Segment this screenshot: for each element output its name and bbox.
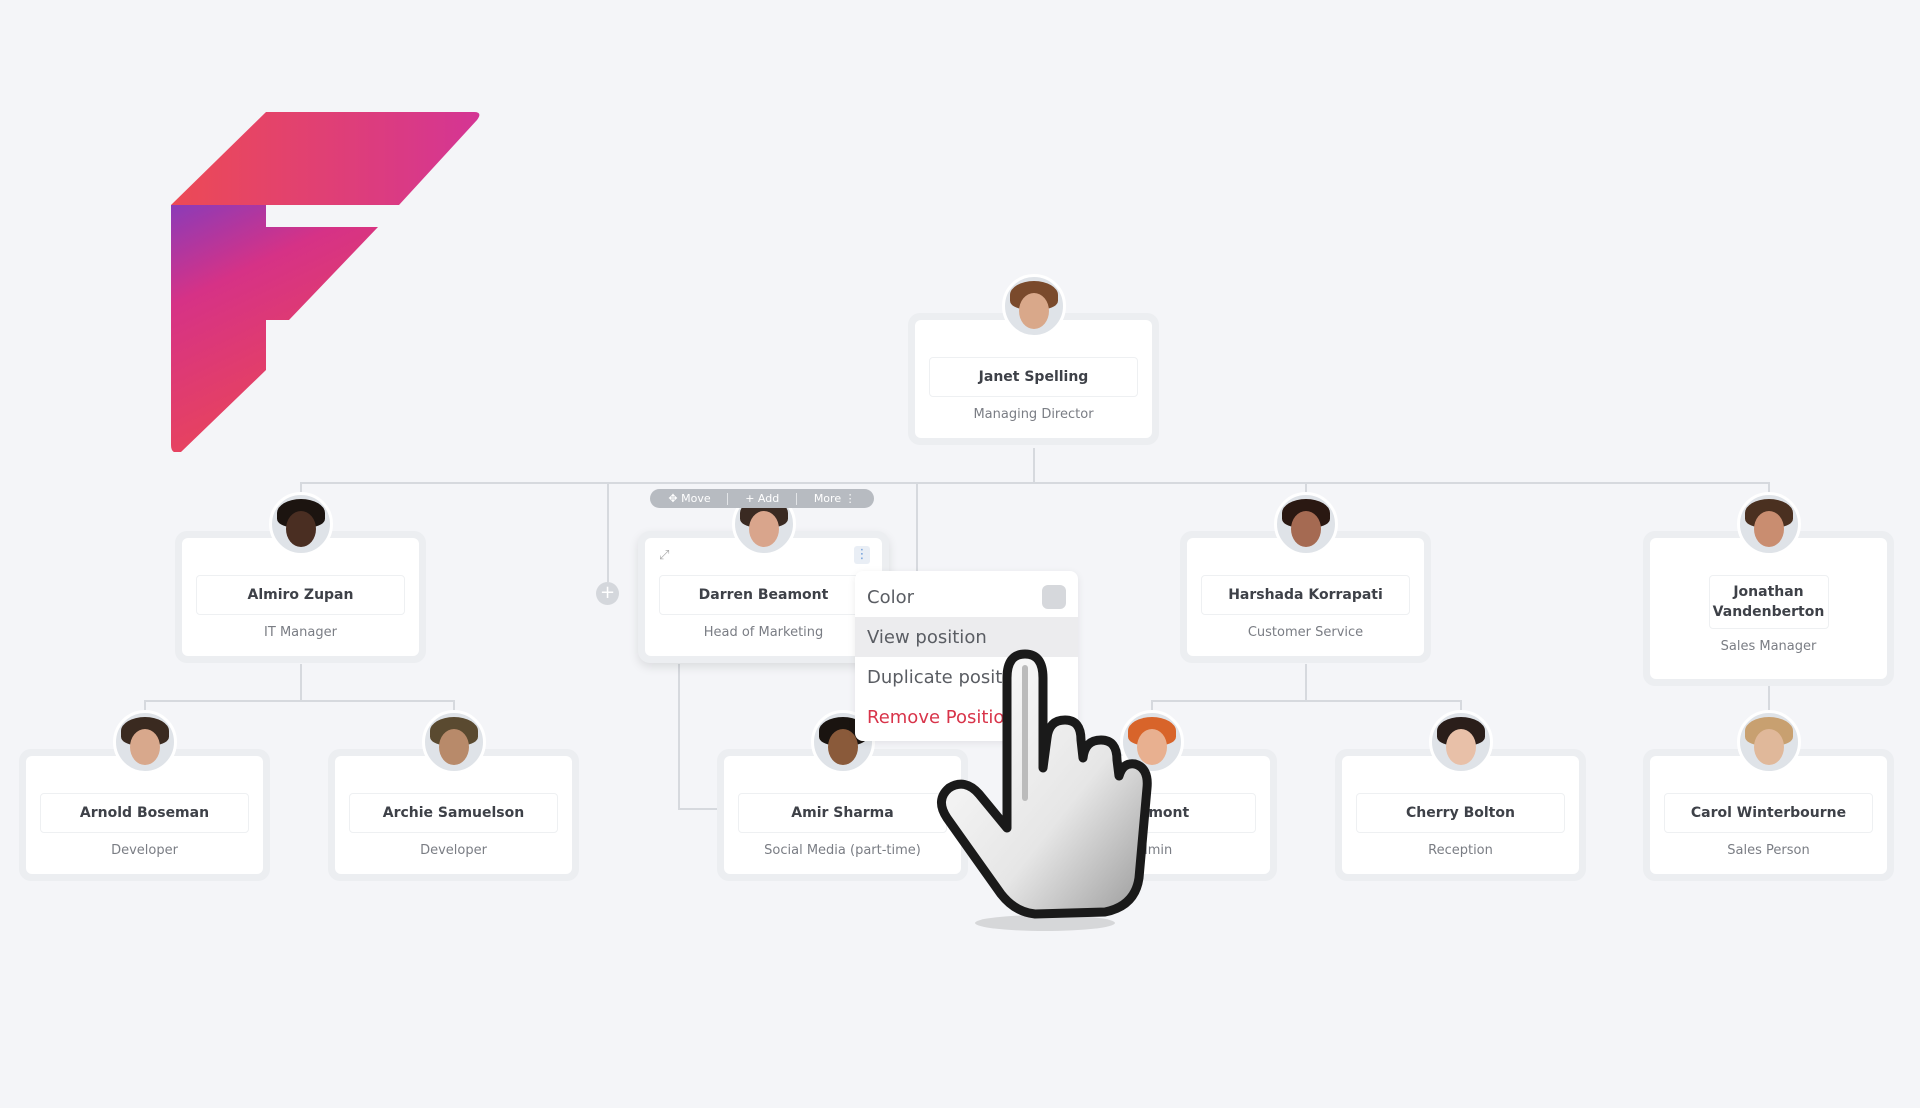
avatar [1428,710,1493,774]
menu-item-color[interactable]: Color [855,577,1078,617]
more-options-icon[interactable]: ⋮ [854,546,870,564]
node-title: Managing Director [973,407,1094,422]
connector-line [1151,700,1460,702]
node-title: Developer [420,843,487,858]
node-title: Sales Person [1727,843,1810,858]
node-title: Sales Manager [1720,639,1817,654]
node-body: Arnold Boseman Developer [26,710,263,874]
add-button[interactable]: + Add [745,492,779,505]
org-node-jonathan[interactable]: Jonathan Vandenberton Sales Manager [1643,492,1894,686]
node-name: Carol Winterbourne [1664,793,1873,833]
expand-icon[interactable]: ⤢ [659,548,669,563]
org-node-janet[interactable]: Janet Spelling Managing Director [908,274,1159,445]
org-node-archie[interactable]: Archie Samuelson Developer [328,710,579,881]
avatar [1736,710,1801,774]
connector-line [678,808,718,810]
node-name: Jonathan Vandenberton [1708,575,1829,629]
org-node-carol[interactable]: Carol Winterbourne Sales Person [1643,710,1894,881]
org-node-darren[interactable]: ⤢ ⋮ Darren Beamont Head of Marketing [638,492,889,663]
node-name: Almiro Zupan [196,575,405,615]
node-body: Jonathan Vandenberton Sales Manager [1650,492,1887,679]
node-body: Almiro Zupan IT Manager [182,492,419,656]
connector-line [1033,448,1035,482]
add-label: Add [757,492,780,505]
add-sibling-button[interactable]: + [596,582,619,605]
avatar [1736,492,1801,556]
move-button[interactable]: ✥ Move [668,492,710,505]
node-name: Harshada Korrapati [1201,575,1410,615]
node-toolbar: ✥ Move + Add More ⋮ [650,489,874,508]
node-title: Customer Service [1247,625,1364,640]
node-name: Darren Beamont [659,575,868,615]
connector-line [678,664,680,808]
hand-cursor-icon [937,649,1152,931]
connector-line [144,700,453,702]
connector-line [300,482,1768,484]
divider [796,492,798,505]
more-label: More [813,492,842,505]
org-node-arnold[interactable]: Arnold Boseman Developer [19,710,270,881]
avatar [268,492,333,556]
avatar [1273,492,1338,556]
move-label: Move [681,492,711,505]
org-node-almiro[interactable]: Almiro Zupan IT Manager [175,492,426,663]
node-body: ⤢ ⋮ Darren Beamont Head of Marketing [645,492,882,656]
more-button[interactable]: More ⋮ [814,492,856,505]
connector-line [607,482,609,582]
node-title: IT Manager [264,625,337,640]
divider [727,492,729,505]
connector-line [1305,664,1307,700]
node-body: Harshada Korrapati Customer Service [1187,492,1424,656]
node-name: Amir Sharma [738,793,947,833]
menu-label: Color [867,586,914,608]
connector-line [916,482,918,572]
avatar [1001,274,1066,338]
avatar [421,710,486,774]
org-node-harshada[interactable]: Harshada Korrapati Customer Service [1180,492,1431,663]
node-body: Carol Winterbourne Sales Person [1650,710,1887,874]
color-swatch[interactable] [1042,585,1066,609]
node-title: Developer [111,843,178,858]
node-body: Janet Spelling Managing Director [915,274,1152,438]
node-name: Arnold Boseman [40,793,249,833]
menu-label: View position [867,626,987,648]
brand-logo [171,112,480,452]
node-title: Head of Marketing [703,625,824,640]
node-name: Cherry Bolton [1356,793,1565,833]
connector-line [300,664,302,700]
node-name: Janet Spelling [929,357,1138,397]
node-body: Archie Samuelson Developer [335,710,572,874]
org-node-cherry[interactable]: Cherry Bolton Reception [1335,710,1586,881]
avatar [112,710,177,774]
node-title: Reception [1428,843,1493,858]
node-name: Archie Samuelson [349,793,558,833]
node-body: Cherry Bolton Reception [1342,710,1579,874]
